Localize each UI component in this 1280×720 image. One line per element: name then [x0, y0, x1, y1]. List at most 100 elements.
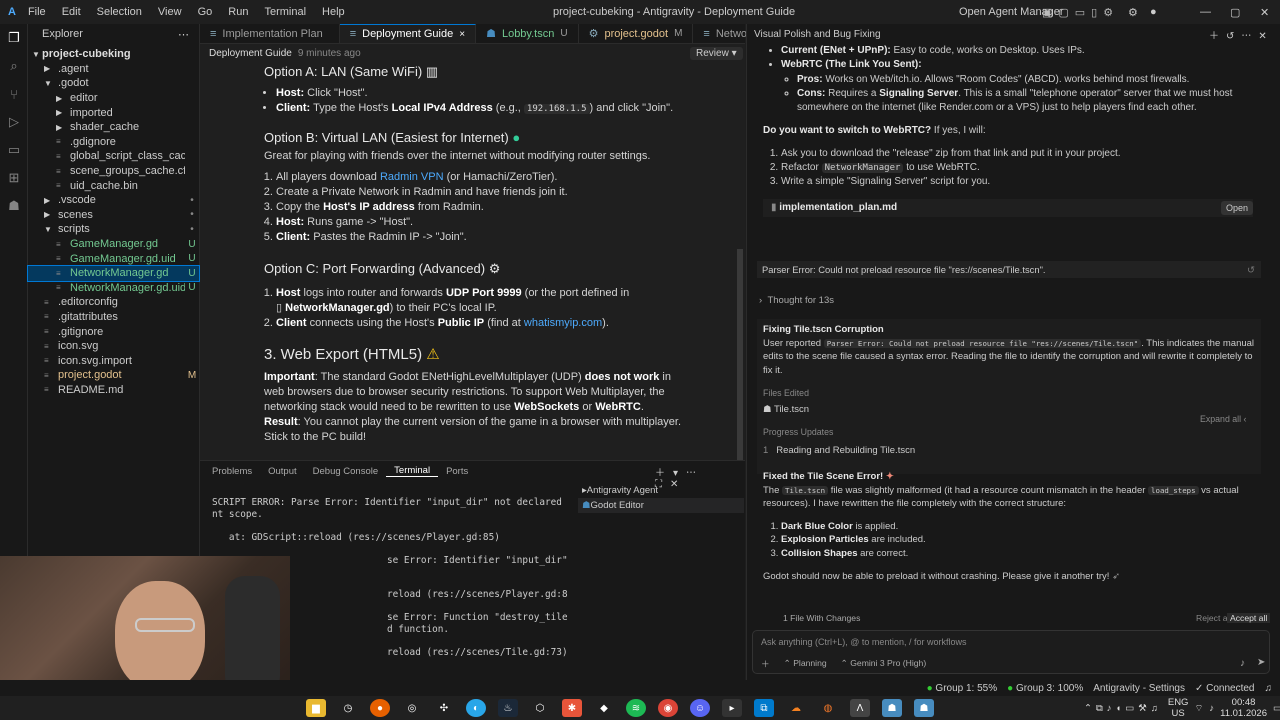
settings-status[interactable]: Antigravity - Settings [1093, 683, 1185, 694]
tree-item[interactable]: ▶ .vscode • [28, 193, 199, 208]
godot-icon[interactable]: ☗ [882, 699, 902, 717]
radmin-link[interactable]: Radmin VPN [380, 171, 444, 183]
add-context-button[interactable]: ＋ [761, 658, 770, 670]
notification-icon[interactable]: ▭ [1273, 703, 1280, 714]
tree-item[interactable]: ▼ .godot [28, 76, 199, 91]
figma-icon[interactable]: ◆ [594, 699, 614, 717]
tree-item[interactable]: ▶ shader_cache [28, 120, 199, 135]
app-icon[interactable]: ✣ [434, 699, 454, 717]
agent-panel-actions[interactable]: ＋↺⋯✕ [1209, 27, 1274, 42]
remote-icon[interactable]: ▭ [0, 136, 28, 164]
expand-all-button[interactable]: Expand all ‹ [1200, 413, 1246, 427]
model-selector[interactable]: ⌃ Gemini 3 Pro (High) [841, 658, 927, 670]
tree-item[interactable]: ▶ editor [28, 91, 199, 106]
tree-item[interactable]: ≡ icon.svg.import [28, 353, 199, 368]
menu-item-selection[interactable]: Selection [89, 6, 150, 18]
panel-tab[interactable]: Debug Console [305, 466, 387, 477]
tree-item[interactable]: ▶ .agent [28, 62, 199, 77]
tree-item[interactable]: ▼ scripts • [28, 222, 199, 237]
whatismyip-link[interactable]: whatismyip.com [524, 317, 602, 329]
speaker-icon[interactable]: ♪ [1209, 703, 1214, 714]
language-indicator[interactable]: ENG US [1168, 697, 1189, 719]
editor-scrollbar[interactable] [737, 249, 743, 469]
tree-item[interactable]: ≡ README.md [28, 383, 199, 398]
chat-input[interactable]: Ask anything (Ctrl+L), @ to mention, / f… [761, 637, 966, 647]
tree-item[interactable]: ≡ scene_groups_cache.cfg [28, 164, 199, 179]
tab[interactable]: ☗ Lobby.tscn U [476, 24, 579, 43]
chat-input-box[interactable]: Ask anything (Ctrl+L), @ to mention, / f… [752, 630, 1270, 674]
blender-icon[interactable]: ◍ [818, 699, 838, 717]
search-icon[interactable]: ⌕ [0, 52, 28, 80]
app-icon[interactable]: ☁ [786, 699, 806, 717]
menu-item-edit[interactable]: Edit [54, 6, 89, 18]
tree-item[interactable]: ≡ GameManager.gd.uid U [28, 251, 199, 266]
tree-item[interactable]: ≡ uid_cache.bin [28, 178, 199, 193]
mode-selector[interactable]: ⌃ Planning [784, 658, 827, 670]
tree-item[interactable]: ▶ imported [28, 105, 199, 120]
app-icon[interactable]: ◐ [466, 699, 486, 717]
steam-icon[interactable]: ♨ [498, 699, 518, 717]
tree-item[interactable]: ≡ icon.svg [28, 339, 199, 354]
terminal-instance[interactable]: ☗ Godot Editor [578, 498, 744, 513]
run-debug-icon[interactable]: ▷ [0, 108, 28, 136]
panel-tab[interactable]: Ports [438, 466, 476, 477]
maximize-button[interactable]: ▢ [1230, 6, 1240, 19]
tree-item[interactable]: ≡ .gitignore [28, 324, 199, 339]
extensions-icon[interactable]: ⊞ [0, 164, 28, 192]
changes-label[interactable]: 1 File With Changes [783, 613, 860, 623]
firefox-icon[interactable]: ● [370, 699, 390, 717]
panel-tab[interactable]: Problems [204, 466, 260, 477]
send-button[interactable]: ➤ [1257, 657, 1265, 668]
accept-all-button[interactable]: Accept all [1227, 613, 1271, 623]
panel-tab[interactable]: Terminal [386, 465, 439, 477]
antigravity-icon[interactable]: Λ [850, 699, 870, 717]
plan-file-card[interactable]: ▮ implementation_plan.md Open [763, 199, 1254, 217]
godot-icon[interactable]: ☗ [914, 699, 934, 717]
open-button[interactable]: Open [1221, 201, 1254, 215]
tab[interactable]: ≡ Implementation Plan [200, 24, 340, 43]
vscode-icon[interactable]: ⧉ [754, 699, 774, 717]
review-button[interactable]: Review ▾ [690, 46, 743, 60]
tree-item[interactable]: ▶ scenes • [28, 208, 199, 223]
tree-item[interactable]: ≡ .editorconfig [28, 295, 199, 310]
app-icon[interactable]: ✱ [562, 699, 582, 717]
group1-status[interactable]: ● Group 1: 55% [927, 683, 998, 694]
more-actions-icon[interactable]: ⋯ [178, 28, 189, 41]
close-tab-icon[interactable]: × [459, 29, 465, 40]
tree-item[interactable]: ≡ global_script_class_cache.cfg [28, 149, 199, 164]
menu-item-terminal[interactable]: Terminal [256, 6, 314, 18]
tree-item[interactable]: ≡ GameManager.gd U [28, 237, 199, 252]
menu-item-run[interactable]: Run [220, 6, 256, 18]
explorer-icon[interactable]: ❐ [0, 24, 28, 52]
terminal-icon[interactable]: ▸ [722, 699, 742, 717]
close-window-button[interactable]: ✕ [1260, 6, 1269, 19]
spotify-icon[interactable]: ≋ [626, 699, 646, 717]
bell-icon[interactable]: ♫ [1265, 683, 1273, 694]
tab[interactable]: ≡ Deployment Guide × [339, 24, 477, 43]
tree-item[interactable]: ≡ .gdignore [28, 135, 199, 150]
tree-item[interactable]: ≡ project.godot M [28, 368, 199, 383]
menu-item-go[interactable]: Go [190, 6, 221, 18]
wifi-icon[interactable]: ⌔ [1194, 703, 1203, 714]
connection-status[interactable]: ✓ Connected [1195, 683, 1255, 694]
discord-icon[interactable]: ☺ [690, 699, 710, 717]
project-root[interactable]: ▼ project-cubeking [28, 47, 199, 62]
account-icon[interactable]: ● [1150, 6, 1157, 18]
tree-item[interactable]: ≡ .gitattributes [28, 310, 199, 325]
clock-app-icon[interactable]: ◷ [338, 699, 358, 717]
tab[interactable]: ⚙ project.godot M [579, 24, 694, 43]
obs-icon[interactable]: ◎ [402, 699, 422, 717]
tree-item[interactable]: ≡ NetworkManager.gd.uid U [28, 281, 199, 296]
file-explorer-icon[interactable]: ▆ [306, 699, 326, 717]
minimize-button[interactable]: — [1200, 6, 1211, 18]
undo-icon[interactable]: ↺ [1247, 264, 1255, 276]
edited-file-chip[interactable]: ☗ Tile.tscn [763, 403, 1255, 417]
thought-row[interactable]: › Thought for 13s [759, 294, 834, 308]
search-icon[interactable]: ⚙ [1128, 6, 1138, 19]
panel-tab[interactable]: Output [260, 466, 305, 477]
layout-icons[interactable]: ▣▢▭▯⚙ [1042, 6, 1119, 19]
file-link[interactable]: NetworkManager.gd [285, 302, 390, 314]
menu-item-view[interactable]: View [150, 6, 190, 18]
godot-icon[interactable]: ☗ [0, 192, 28, 220]
mic-icon[interactable]: ♪ [1240, 658, 1245, 669]
